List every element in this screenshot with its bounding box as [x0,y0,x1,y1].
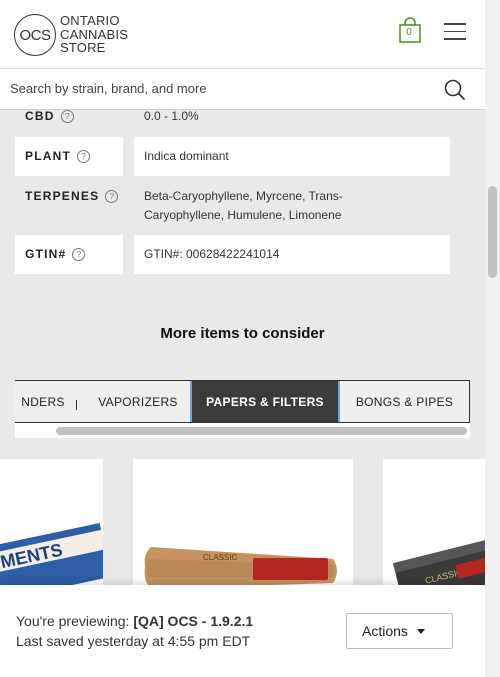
attr-value-gtin: GTIN#: 00628422241014 [144,247,280,261]
logo-icon[interactable]: OCS [14,14,56,56]
preview-status: You're previewing: [QA] OCS - 1.9.2.1 [16,613,254,629]
help-icon[interactable]: ? [105,189,119,203]
attr-value-plant: Indica dominant [144,149,229,163]
attr-label-plant: PLANT ? [25,149,90,163]
help-icon[interactable]: ? [60,109,74,123]
actions-button[interactable]: Actions [346,613,453,649]
attr-label-gtin: GTIN# ? [25,247,86,261]
more-items-title: More items to consider [160,325,325,342]
attr-label-cbd: CBD ? [25,109,74,123]
help-icon[interactable]: ? [77,149,90,163]
attr-value-line: Beta-Caryophyllene, Myrcene, Trans- [144,189,343,203]
preview-saved-time: Last saved yesterday at 4:55 pm EDT [16,633,251,649]
caret-down-icon [416,628,425,634]
preview-name: [QA] OCS - 1.9.2.1 [133,613,254,629]
search-bar[interactable]: Search by strain, brand, and more [0,68,485,110]
tab-vaporizers[interactable]: VAPORIZERS [83,381,193,422]
logo-text[interactable]: ONTARIO CANNABIS STORE [60,14,128,55]
attr-value-cbd: 0.0 - 1.0% [144,109,199,123]
attr-value-line: Caryophyllene, Humulene, Limonene [144,208,342,222]
preview-bar: You're previewing: [QA] OCS - 1.9.2.1 La… [0,585,485,677]
page-scrollbar-thumb[interactable] [488,186,497,278]
cart-button[interactable]: 0 [397,17,423,45]
attr-label-terpenes: TERPENES ? [25,189,119,203]
logo-line: ONTARIO [60,13,120,28]
tab-papers-filters[interactable]: PAPERS & FILTERS [190,381,340,422]
tabs-scrollbar-thumb[interactable] [56,427,467,435]
actions-label: Actions [362,623,408,639]
tab-bongs-pipes[interactable]: BONGS & PIPES [341,381,468,422]
tab-grinders[interactable]: NDERS [15,381,71,422]
category-tabs: NDERS VAPORIZERS PAPERS & FILTERS BONGS … [15,380,470,423]
hamburger-menu-icon[interactable] [444,23,466,41]
search-input[interactable]: Search by strain, brand, and more [10,81,207,96]
search-icon[interactable] [444,79,466,101]
logo-abbr: OCS [19,26,51,44]
cart-count: 0 [406,27,412,38]
site-header: OCS ONTARIO CANNABIS STORE 0 [0,0,485,68]
help-icon[interactable]: ? [72,247,86,261]
logo-line: CANNABIS [60,26,129,42]
page-scrollbar-track[interactable] [485,0,500,677]
tab-separator [76,400,77,410]
logo-line: STORE [60,40,106,55]
product-image-text: CLASSIC [203,553,237,562]
attr-value-terpenes: Beta-Caryophyllene, Myrcene, Trans- Cary… [144,187,343,225]
